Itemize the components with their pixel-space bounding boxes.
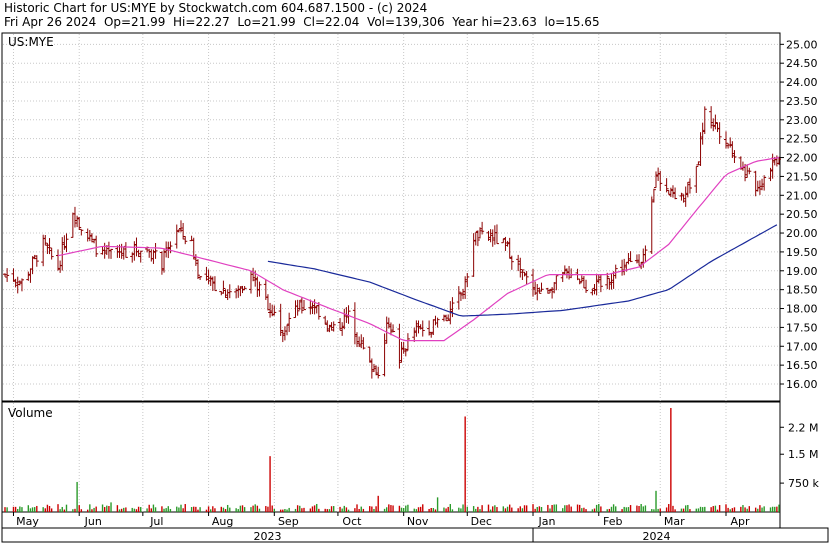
- price-tick-label: 17.50: [786, 321, 818, 334]
- price-tick-label: 23.50: [786, 95, 818, 108]
- price-tick-label: 18.00: [786, 303, 818, 316]
- year-label: 2024: [643, 530, 671, 543]
- volume-tick-label: 2.2 M: [788, 421, 818, 434]
- volume-tick-label: 1.5 M: [788, 448, 818, 461]
- month-label: Sep: [278, 515, 299, 528]
- month-label: Aug: [212, 515, 233, 528]
- month-label: Jan: [538, 515, 556, 528]
- price-tick-label: 24.00: [786, 76, 818, 89]
- price-tick-label: 21.50: [786, 170, 818, 183]
- month-label: Jun: [84, 515, 102, 528]
- year-axis: [1, 527, 829, 543]
- chart-svg: 25.00 24.50 24.00 23.50 23.00 22.50 22.00 21.50…: [1, 32, 829, 543]
- month-label: Dec: [471, 515, 492, 528]
- price-tick-label: 23.00: [786, 114, 818, 127]
- volume-panel: [1, 401, 781, 513]
- month-label: May: [16, 515, 39, 528]
- price-tick-label: 20.50: [786, 208, 818, 221]
- month-label: Jul: [149, 515, 163, 528]
- month-label: Nov: [407, 515, 429, 528]
- month-label: Oct: [342, 515, 362, 528]
- price-tick-label: 21.00: [786, 189, 818, 202]
- month-label: Mar: [664, 515, 685, 528]
- price-tick-label: 18.50: [786, 284, 818, 297]
- price-tick-label: 19.50: [786, 246, 818, 259]
- price-tick-label: 24.50: [786, 57, 818, 70]
- price-tick-label: 22.00: [786, 152, 818, 165]
- volume-tick-label: 750 k: [788, 477, 819, 490]
- price-tick-label: 20.00: [786, 227, 818, 240]
- symbol-label: US:MYE: [8, 35, 54, 49]
- price-tick-label: 16.50: [786, 359, 818, 372]
- year-label: 2023: [254, 530, 282, 543]
- price-tick-label: 17.00: [786, 340, 818, 353]
- month-label: Apr: [730, 515, 750, 528]
- volume-label: Volume: [8, 406, 53, 420]
- chart-frame: Historic Chart for US:MYE by Stockwatch.…: [0, 0, 830, 543]
- price-tick-label: 22.50: [786, 133, 818, 146]
- price-tick-label: 16.00: [786, 378, 818, 391]
- price-tick-label: 25.00: [786, 38, 818, 51]
- price-tick-label: 19.00: [786, 265, 818, 278]
- month-label: Feb: [603, 515, 622, 528]
